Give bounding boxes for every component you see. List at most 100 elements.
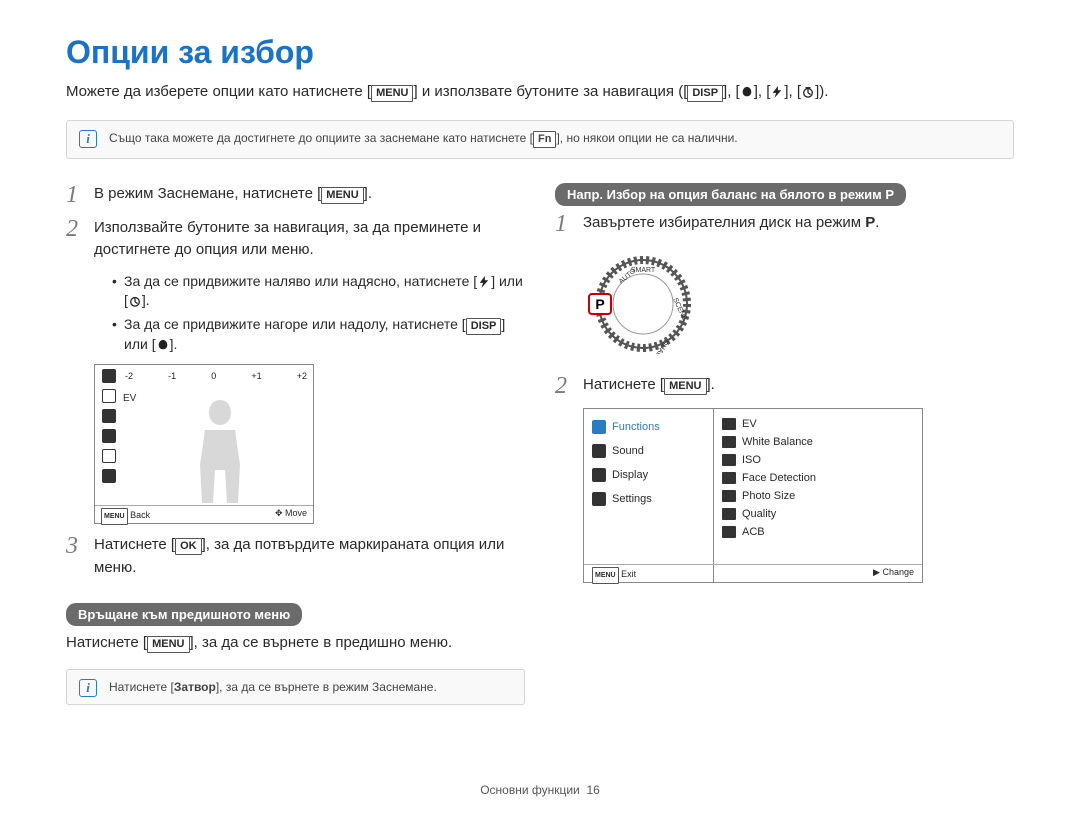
- change-label: Change: [882, 567, 914, 577]
- svg-text:P: P: [595, 296, 604, 312]
- left-step-2-body: Използвайте бутоните за навигация, за да…: [94, 217, 525, 262]
- ri-iso: ISO: [714, 451, 922, 469]
- info-note-1: i Също така можете да достигнете до опци…: [66, 120, 1014, 159]
- bullet-left-right: За да се придвижите наляво или надясно, …: [112, 272, 525, 311]
- acb-off-icon: [102, 469, 116, 483]
- svg-text:SMART: SMART: [631, 267, 656, 274]
- ev-p2: +2: [297, 371, 307, 389]
- menu-key-small: MENU: [101, 508, 128, 525]
- ev-label: EV: [123, 393, 136, 404]
- rs2-pre: Натиснете [: [583, 376, 664, 393]
- ri-size-label: Photo Size: [742, 490, 795, 502]
- step-number-1: 1: [66, 183, 84, 207]
- manual-page: Опции за избор Можете да изберете опции …: [0, 0, 1080, 815]
- ev-p1: +1: [251, 371, 261, 389]
- ev-icon-2: [722, 418, 736, 430]
- left-step-2: 2 Използвайте бутоните за навигация, за …: [66, 217, 525, 262]
- step-number-r2: 2: [555, 374, 573, 398]
- macro-icon-2: [156, 339, 170, 351]
- mi-sound-label: Sound: [612, 445, 644, 457]
- left-step-1-body: В режим Заснемане, натиснете [MENU].: [94, 183, 525, 207]
- b2-pre: За да се придвижите нагоре или надолу, н…: [124, 316, 466, 332]
- rs1-pre: Завъртете избирателния диск на режим: [583, 214, 865, 231]
- iso-icon: [102, 389, 116, 403]
- subtitle-end: ]).: [815, 83, 828, 100]
- example-subhead: Напр. Избор на опция баланс на бялото в …: [555, 183, 906, 206]
- right-column: Напр. Избор на опция баланс на бялото в …: [555, 183, 1014, 729]
- subtitle-mid: ] и използвате бутоните за навигация ([: [413, 83, 687, 100]
- ri-wb-label: White Balance: [742, 436, 813, 448]
- ri-ev-label: EV: [742, 418, 757, 430]
- quality-icon: [102, 449, 116, 463]
- menu-item-sound: Sound: [584, 439, 713, 463]
- columns: 1 В режим Заснемане, натиснете [MENU]. 2…: [66, 183, 1014, 729]
- footer-move: ✥ Move: [275, 508, 307, 521]
- sep1: ], [: [723, 83, 740, 100]
- menu-key-4: MENU: [664, 378, 706, 395]
- b2-post: ].: [170, 336, 178, 352]
- ri-acb-label: ACB: [742, 526, 765, 538]
- menu-item-settings: Settings: [584, 487, 713, 511]
- left-step-1: 1 В режим Заснемане, натиснете [MENU].: [66, 183, 525, 207]
- bullet-up-down: За да се придвижите нагоре или надолу, н…: [112, 315, 525, 355]
- footer-page-number: 16: [586, 783, 599, 797]
- fn-key: Fn: [533, 131, 556, 148]
- ok-key: OK: [175, 538, 202, 555]
- right-step-1: 1 Завъртете избирателния диск на режим P…: [555, 212, 1014, 236]
- face-icon-2: [722, 472, 736, 484]
- ev-0: 0: [211, 371, 216, 389]
- nav-bullets: За да се придвижите наляво или надясно, …: [94, 272, 525, 355]
- camera-icon: [592, 420, 606, 434]
- menu-item-functions: Functions: [584, 415, 713, 439]
- right-step-2-body: Натиснете [MENU].: [583, 374, 1014, 398]
- mi-display-label: Display: [612, 469, 648, 481]
- subtitle-pre: Можете да изберете опции като натиснете …: [66, 83, 371, 100]
- move-label: Move: [285, 508, 307, 518]
- screen-footer: MENU Back ✥ Move: [95, 505, 313, 523]
- menu-key: MENU: [371, 85, 413, 102]
- face-icon: [102, 409, 116, 423]
- ri-face: Face Detection: [714, 469, 922, 487]
- disp-key-2: DISP: [466, 318, 502, 335]
- screen-left-icons: [99, 369, 119, 503]
- ev-icon: [102, 369, 116, 383]
- size-icon: [102, 429, 116, 443]
- step-number-2: 2: [66, 217, 84, 262]
- sep2: ], [: [754, 83, 771, 100]
- ls1-post: ].: [364, 185, 372, 202]
- back-label: Back: [130, 510, 150, 520]
- rl-post: ], за да се върнете в предишно меню.: [190, 634, 453, 651]
- info-icon-2: i: [79, 679, 97, 697]
- mi-functions-label: Functions: [612, 421, 660, 433]
- menu-left-pane: Functions Sound Display Settings: [584, 409, 714, 582]
- ev-scale: -2 -1 0 +1 +2: [125, 371, 307, 389]
- return-subhead: Връщане към предишното меню: [66, 603, 302, 626]
- mf-exit: MENU Exit: [592, 567, 636, 580]
- right-step-1-body: Завъртете избирателния диск на режим P.: [583, 212, 1014, 236]
- timer-icon-2: [128, 295, 142, 307]
- subtitle: Можете да изберете опции като натиснете …: [66, 81, 1014, 104]
- acb-icon: [722, 526, 736, 538]
- ev-m2: -2: [125, 371, 133, 389]
- step-number-3: 3: [66, 534, 84, 579]
- right-step-2: 2 Натиснете [MENU].: [555, 374, 1014, 398]
- left-step-3-body: Натиснете [OK], за да потвърдите маркира…: [94, 534, 525, 579]
- rs1-post: .: [875, 214, 879, 231]
- menu-item-display: Display: [584, 463, 713, 487]
- return-line: Натиснете [MENU], за да се върнете в пре…: [66, 632, 525, 655]
- ri-wb: White Balance: [714, 433, 922, 451]
- footer-back: MENU Back: [101, 508, 150, 521]
- sep3: ], [: [784, 83, 801, 100]
- quality-icon-2: [722, 508, 736, 520]
- size-icon-2: [722, 490, 736, 502]
- ls1-pre: В режим Заснемане, натиснете [: [94, 185, 321, 202]
- page-footer: Основни функции 16: [0, 783, 1080, 797]
- info2-pre: Натиснете [: [109, 680, 174, 694]
- person-silhouette: [185, 395, 255, 505]
- left-step-3: 3 Натиснете [OK], за да потвърдите марки…: [66, 534, 525, 579]
- left-column: 1 В режим Заснемане, натиснете [MENU]. 2…: [66, 183, 525, 729]
- camera-menu-screen: Functions Sound Display Settings EV Whit…: [583, 408, 923, 583]
- b1-post: ].: [142, 292, 150, 308]
- flash-icon: [770, 86, 784, 98]
- ri-quality-label: Quality: [742, 508, 776, 520]
